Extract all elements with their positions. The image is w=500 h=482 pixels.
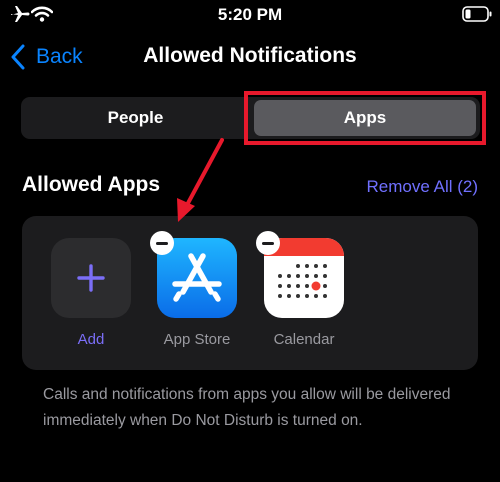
segment-people[interactable]: People bbox=[21, 97, 250, 139]
battery-icon bbox=[462, 6, 492, 22]
annotation-highlight-box bbox=[244, 91, 486, 145]
section-title: Allowed Apps bbox=[22, 173, 161, 196]
app-store-label: App Store bbox=[163, 331, 231, 348]
minus-icon bbox=[156, 241, 168, 245]
remove-calendar-button[interactable] bbox=[256, 231, 280, 255]
add-app-button[interactable] bbox=[51, 238, 131, 318]
add-label: Add bbox=[77, 331, 105, 348]
page-title: Allowed Notifications bbox=[143, 44, 357, 67]
remove-all-button[interactable]: Remove All (2) bbox=[300, 177, 478, 197]
footer-description: Calls and notifications from apps you al… bbox=[43, 386, 451, 429]
calendar-label: Calendar bbox=[273, 331, 335, 348]
minus-icon bbox=[262, 241, 274, 245]
remove-app-store-button[interactable] bbox=[150, 231, 174, 255]
plus-icon bbox=[77, 264, 105, 292]
status-time: 5:20 PM bbox=[217, 5, 283, 24]
